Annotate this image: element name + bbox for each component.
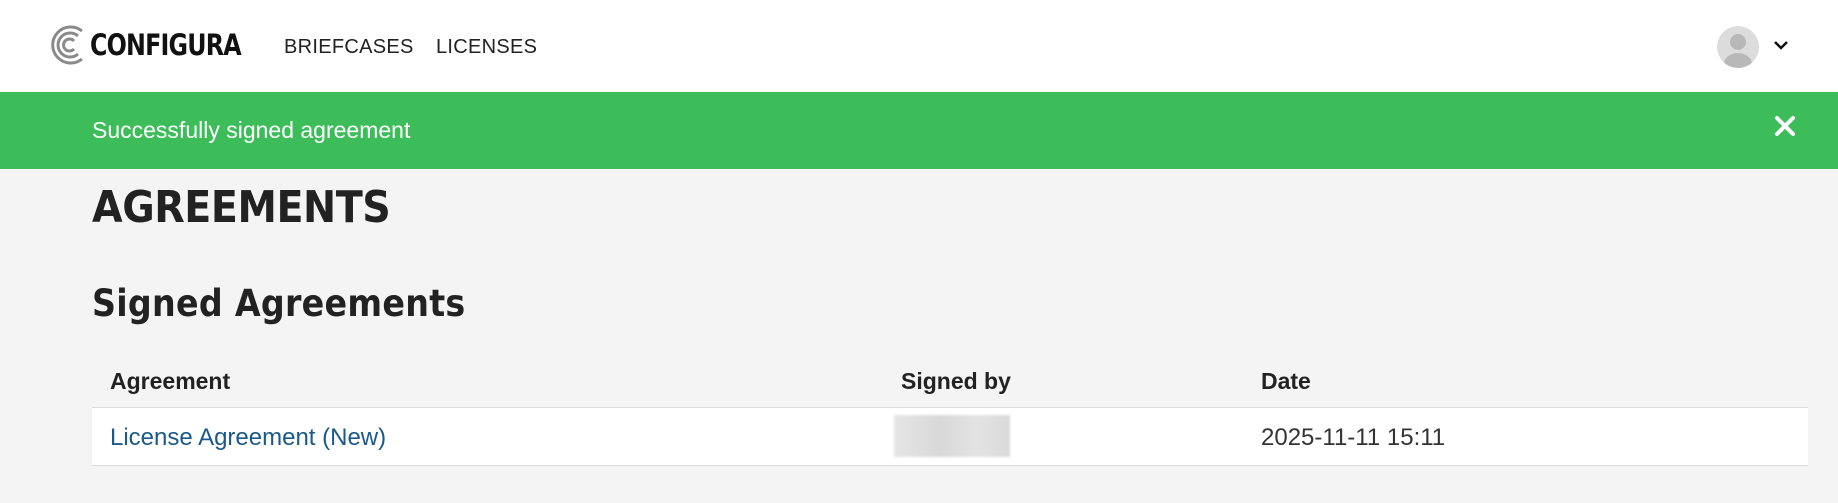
nav-briefcases[interactable]: BRIEFCASES: [284, 36, 414, 59]
chevron-down-icon[interactable]: [1772, 36, 1790, 54]
logo-text: CONFIGURA: [90, 28, 242, 62]
banner-message: Successfully signed agreement: [92, 117, 411, 143]
success-banner: Successfully signed agreement: [0, 92, 1838, 169]
column-header-agreement: Agreement: [110, 368, 231, 394]
user-avatar-icon[interactable]: [1717, 26, 1759, 68]
close-icon[interactable]: [1773, 114, 1797, 138]
column-header-date: Date: [1261, 368, 1311, 394]
page-title: AGREEMENTS: [92, 182, 391, 233]
configura-logo-icon: [51, 25, 83, 65]
nav-licenses[interactable]: LICENSES: [436, 36, 537, 59]
column-header-signed-by: Signed by: [901, 368, 1011, 394]
redacted-signer: [894, 415, 1010, 457]
top-navigation-bar: CONFIGURA BRIEFCASES LICENSES: [0, 0, 1838, 92]
agreements-table: Agreement Signed by Date License Agreeme…: [92, 358, 1808, 466]
table-row: License Agreement (New) 2025-11-11 15:11: [92, 408, 1808, 466]
table-header: Agreement Signed by Date: [92, 358, 1808, 408]
agreement-link[interactable]: License Agreement (New): [110, 424, 386, 452]
configura-logo[interactable]: CONFIGURA: [46, 20, 274, 70]
signed-date: 2025-11-11 15:11: [1261, 424, 1446, 451]
section-title: Signed Agreements: [92, 282, 466, 325]
